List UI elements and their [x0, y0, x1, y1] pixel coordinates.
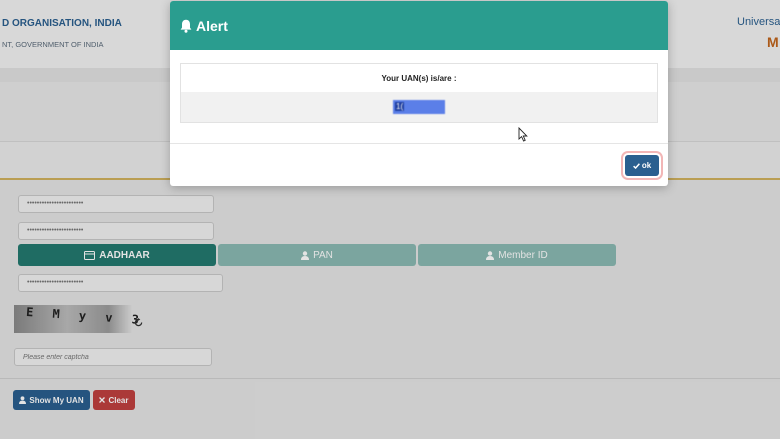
alert-title: Alert — [196, 17, 228, 34]
bell-icon — [180, 19, 192, 33]
alert-dialog: Alert Your UAN(s) is/are : 1( ok — [170, 1, 668, 186]
alert-header: Alert — [170, 1, 668, 50]
uan-value[interactable]: 1( — [393, 100, 445, 114]
uan-row: 1( — [181, 92, 657, 122]
ok-button[interactable]: ok — [625, 155, 659, 176]
uan-heading: Your UAN(s) is/are : — [381, 73, 457, 83]
ok-label: ok — [641, 161, 652, 170]
mouse-cursor-icon — [518, 127, 528, 142]
dialog-footer-divider — [170, 143, 668, 144]
uan-value-text: 1( — [395, 102, 405, 111]
uan-table: Your UAN(s) is/are : 1( — [180, 63, 658, 123]
check-icon — [632, 162, 640, 169]
